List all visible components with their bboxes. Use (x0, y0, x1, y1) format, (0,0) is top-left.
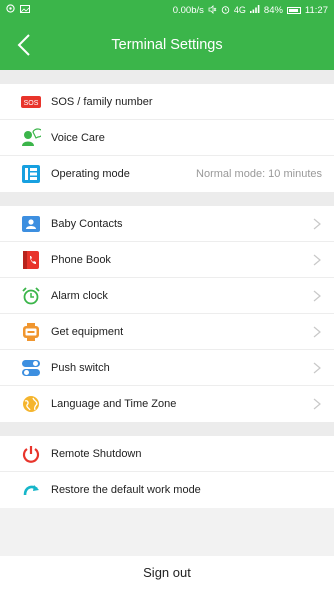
chevron-right-icon (313, 326, 321, 337)
operating-mode-value: Normal mode: 10 minutes (196, 168, 322, 180)
globe-icon (20, 393, 42, 415)
mute-icon (208, 4, 217, 16)
row-label: Alarm clock (51, 289, 108, 302)
chevron-right-icon (313, 398, 321, 410)
settings-group-3: Remote Shutdown Restore the default work… (0, 436, 334, 508)
back-button[interactable] (10, 31, 38, 59)
row-phone-book[interactable]: Phone Book (0, 242, 334, 278)
alarm-clock-icon (20, 285, 42, 307)
chevron-right-icon (313, 362, 321, 373)
person-voice-icon (20, 127, 42, 149)
back-arrow-icon (17, 34, 30, 56)
clock-time: 11:27 (304, 4, 328, 16)
section-divider (0, 70, 334, 84)
row-label: Voice Care (51, 131, 105, 144)
signal-label: 4G (233, 4, 246, 15)
section-divider (0, 192, 334, 206)
row-label: Operating mode (51, 168, 130, 180)
row-get-equipment[interactable]: Get equipment (0, 314, 334, 350)
row-label: Restore the default work mode (51, 484, 201, 496)
row-alarm-clock[interactable]: Alarm clock (0, 278, 334, 314)
row-label: Get equipment (51, 325, 124, 338)
settings-group-2: Baby Contacts Phone Book Alarm clock Get… (0, 206, 334, 422)
row-push-switch[interactable]: Push switch (0, 350, 334, 386)
row-label: Language and Time Zone (51, 398, 177, 410)
row-voice-care[interactable]: Voice Care (0, 120, 334, 156)
power-icon (20, 443, 42, 465)
restore-arrow-icon (20, 479, 42, 501)
row-restore-default[interactable]: Restore the default work mode (0, 472, 334, 508)
row-label: Baby Contacts (51, 217, 123, 230)
row-label: Push switch (51, 361, 110, 374)
image-notification-icon (20, 4, 30, 16)
watch-icon (20, 321, 42, 343)
row-label: SOS / family number (51, 95, 153, 108)
contact-card-icon (20, 213, 42, 235)
row-language-time-zone[interactable]: Language and Time Zone (0, 386, 334, 422)
status-left (6, 4, 30, 16)
row-sos[interactable]: SOS SOS / family number (0, 84, 334, 120)
alarm-status-icon (221, 5, 230, 16)
chevron-right-icon (313, 254, 321, 265)
grid-mode-icon (20, 163, 42, 185)
chevron-right-icon (313, 218, 321, 229)
chevron-right-icon (313, 290, 321, 301)
row-label: Phone Book (51, 253, 111, 266)
status-right: 0.00b/s 4G 84% 11:27 (172, 4, 328, 16)
settings-group-1: SOS SOS / family number Voice Care Opera… (0, 84, 334, 192)
page-title: Terminal Settings (111, 37, 223, 53)
svg-text:SOS: SOS (24, 100, 39, 107)
nav-bar: Terminal Settings (0, 20, 334, 70)
section-divider (0, 422, 334, 436)
notification-icon (6, 4, 15, 16)
sos-icon: SOS (20, 91, 42, 113)
phone-book-icon (20, 249, 42, 271)
battery-icon (286, 6, 301, 14)
row-label: Remote Shutdown (51, 447, 142, 460)
sign-out-button[interactable]: Sign out (0, 556, 334, 589)
network-speed: 0.00b/s (172, 4, 204, 16)
row-operating-mode[interactable]: Operating mode Normal mode: 10 minutes (0, 156, 334, 192)
signal-icon (249, 4, 260, 16)
battery-percent: 84% (263, 4, 283, 16)
row-remote-shutdown[interactable]: Remote Shutdown (0, 436, 334, 472)
row-baby-contacts[interactable]: Baby Contacts (0, 206, 334, 242)
toggle-switch-icon (20, 357, 42, 379)
status-bar: 0.00b/s 4G 84% 11:27 (0, 0, 334, 20)
settings-list: SOS SOS / family number Voice Care Opera… (0, 70, 334, 508)
